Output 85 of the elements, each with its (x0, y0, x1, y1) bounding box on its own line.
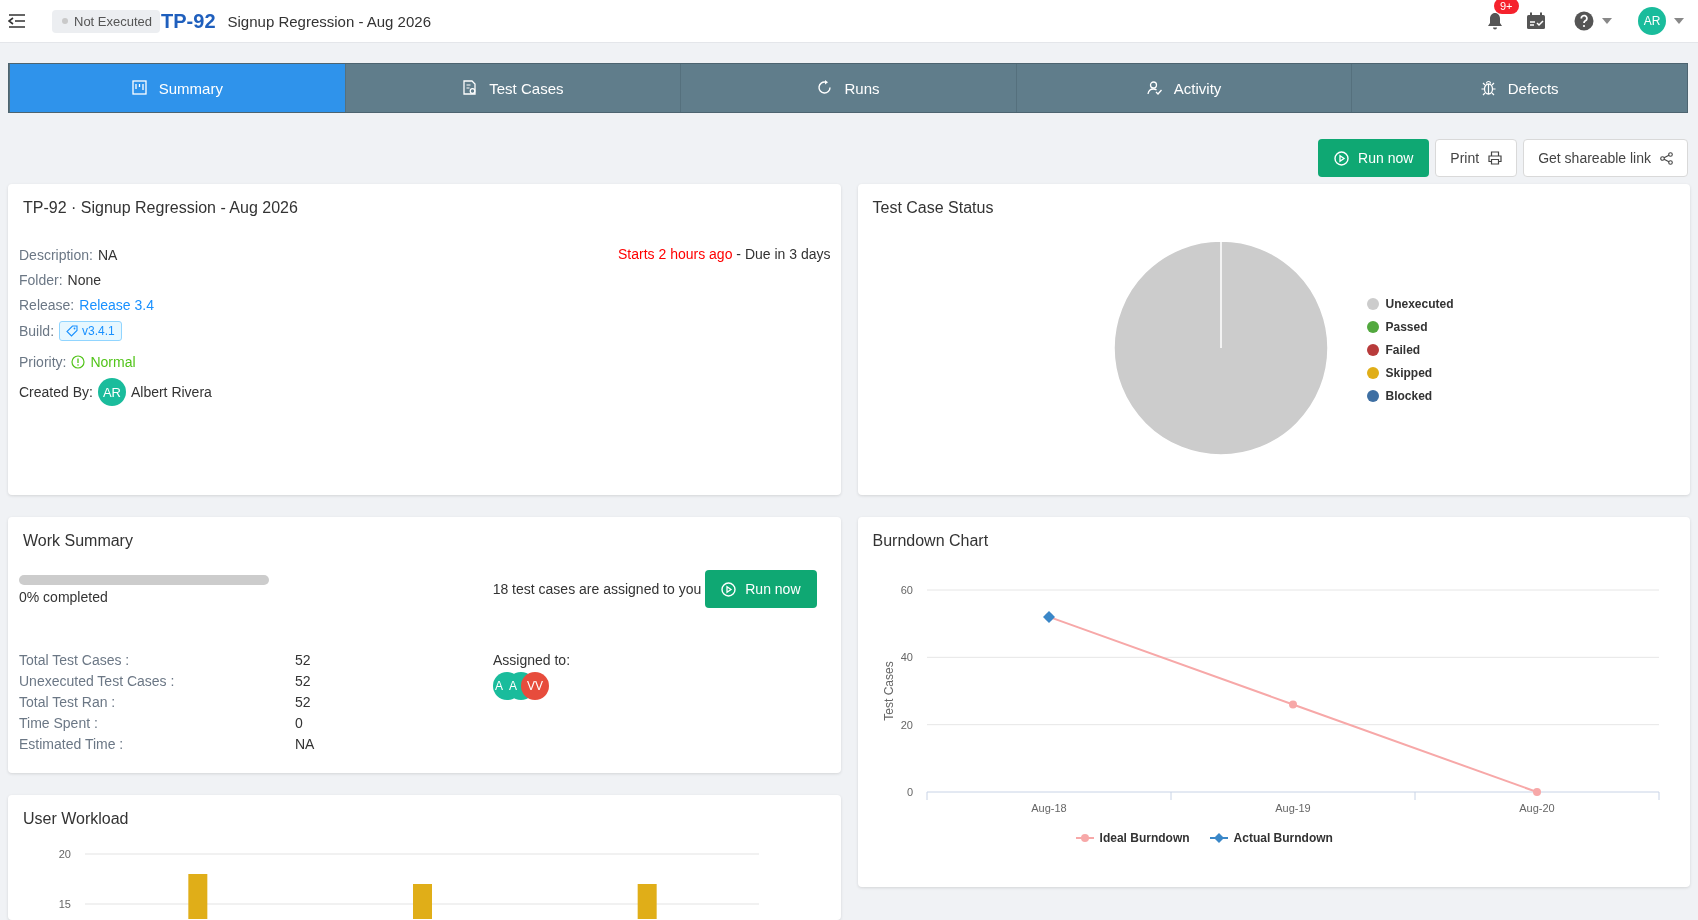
bar (637, 884, 657, 919)
card-title: User Workload (22, 810, 130, 828)
schedule-text: Starts 2 hours ago - Due in 3 days (618, 246, 831, 264)
axis-tick-label: 15 (58, 898, 71, 910)
print-button[interactable]: Print (1435, 139, 1518, 177)
data-point (1532, 788, 1541, 796)
legend-marker-icon (1209, 833, 1228, 843)
refresh-icon (817, 80, 833, 96)
bell-icon[interactable] (1486, 12, 1504, 30)
notification-count: 9+ (1494, 0, 1519, 14)
field-label: Priority: (19, 354, 67, 370)
share-icon (1660, 151, 1673, 165)
run-now-button[interactable]: Run now (1318, 139, 1430, 177)
stat-label: Estimated Time : (19, 736, 125, 752)
card-title: TP-92 · Signup Regression - Aug 2026 (22, 199, 299, 217)
axis-tick-label: 20 (58, 848, 71, 860)
release-link[interactable]: Release 3.4 (79, 297, 154, 313)
legend-label: Blocked (1385, 388, 1433, 403)
document-icon (462, 80, 478, 96)
legend-label: Unexecuted (1385, 296, 1454, 311)
stat-label: Total Test Ran : (19, 694, 117, 710)
field-label: Description: (19, 247, 93, 263)
calendar-check-icon[interactable] (1526, 12, 1546, 30)
legend-marker-icon (1075, 833, 1094, 843)
user-check-icon (1146, 80, 1162, 96)
legend-label: Actual Burndown (1233, 831, 1333, 845)
stat-value: 52 (295, 673, 312, 689)
stat-value: 52 (295, 652, 312, 668)
legend-label: Passed (1385, 319, 1428, 334)
field-label: Created By: (19, 384, 93, 400)
stat-label: Time Spent : (19, 715, 99, 731)
menu-icon[interactable] (8, 14, 26, 28)
field-label: Build: (19, 323, 55, 339)
axis-tick-label: 60 (900, 584, 913, 596)
share-link-button[interactable]: Get shareable link (1523, 139, 1688, 177)
priority-value: Normal (90, 354, 136, 370)
field-value: NA (97, 247, 118, 263)
axis-tick-label: Aug-20 (1518, 802, 1555, 814)
axis-title: Test Cases (881, 661, 896, 721)
data-point (1288, 700, 1297, 709)
alert-circle-icon (71, 355, 86, 369)
progress-label: 0% completed (19, 589, 109, 605)
caret-icon[interactable] (1602, 18, 1612, 24)
axis-tick-label: Aug-18 (1030, 802, 1067, 814)
user-avatar: AR (97, 378, 126, 406)
field-label: Folder: (19, 272, 63, 288)
legend-label: Failed (1385, 342, 1421, 357)
plan-title: Signup Regression - Aug 2026 (227, 12, 431, 30)
axis-tick-label: 40 (900, 651, 913, 664)
play-icon (1334, 150, 1350, 166)
build-tag[interactable]: v3.4.1 (59, 321, 122, 341)
assigned-note: 18 test cases are assigned to you (492, 581, 702, 597)
axis-tick-label: 0 (906, 786, 913, 798)
card-title: Work Summary (22, 532, 134, 550)
assigned-label: Assigned to: (493, 652, 571, 668)
card-title: Test Case Status (871, 199, 995, 217)
stat-value: 0 (295, 715, 304, 731)
stat-value: NA (295, 736, 316, 752)
stat-value: 52 (295, 694, 312, 710)
tab[interactable]: Summary (9, 64, 345, 112)
field-value: None (67, 272, 102, 288)
status-badge: Not Executed (52, 9, 161, 33)
stat-label: Total Test Cases : (19, 652, 131, 668)
bar (413, 884, 432, 919)
caret-icon[interactable] (1674, 18, 1684, 24)
user-avatar[interactable]: AR (1638, 7, 1666, 35)
run-now-button[interactable]: Run now (705, 570, 817, 608)
help-icon[interactable] (1574, 11, 1594, 31)
chart-icon (131, 80, 147, 96)
axis-tick-label: 20 (900, 718, 913, 731)
field-label: Release: (19, 297, 75, 313)
stat-label: Unexecuted Test Cases : (19, 673, 176, 689)
axis-tick-label: Aug-19 (1274, 802, 1311, 814)
user-name: Albert Rivera (130, 384, 212, 400)
card-title: Burndown Chart (871, 532, 990, 550)
legend-label: Ideal Burndown (1099, 831, 1190, 845)
printer-icon (1488, 151, 1503, 165)
play-icon (721, 581, 737, 597)
bug-icon (1480, 80, 1496, 96)
plan-key: TP-92 (161, 9, 216, 33)
bar (188, 874, 208, 919)
tag-icon (66, 325, 79, 337)
legend-label: Skipped (1385, 365, 1433, 380)
data-point (1042, 610, 1055, 623)
assignee-avatar: VV (521, 672, 549, 700)
